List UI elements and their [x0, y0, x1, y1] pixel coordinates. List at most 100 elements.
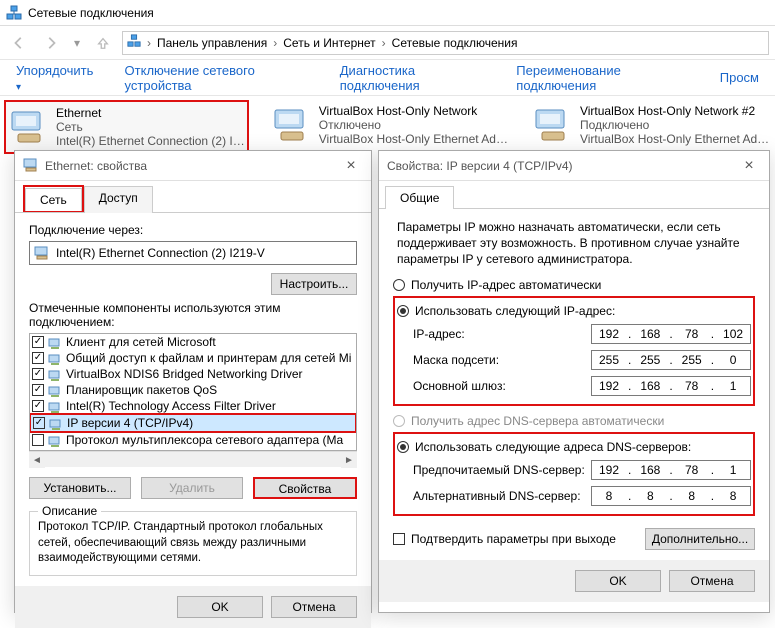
- tabs: Сеть Доступ: [15, 181, 371, 213]
- connection-item-vbox2[interactable]: VirtualBox Host-Only Network #2 Подключе…: [530, 100, 771, 154]
- scroll-left-icon[interactable]: ◄: [29, 452, 45, 468]
- ip-octet[interactable]: 8: [592, 489, 626, 503]
- view-button[interactable]: Просм: [720, 70, 759, 85]
- forward-button[interactable]: [38, 30, 64, 56]
- ip-dot: .: [667, 327, 674, 341]
- chevron-right-icon[interactable]: ›: [145, 36, 153, 50]
- radio-label: Получить IP-адрес автоматически: [411, 278, 601, 292]
- scroll-right-icon[interactable]: ►: [341, 452, 357, 468]
- checkbox-icon[interactable]: ✓: [33, 417, 45, 429]
- preferred-dns-input[interactable]: 192.168.78.1: [591, 460, 751, 480]
- titlebar[interactable]: Сетевые подключения: [0, 0, 775, 26]
- ip-octet[interactable]: 78: [675, 379, 709, 393]
- cancel-button[interactable]: Отмена: [669, 570, 755, 592]
- properties-button[interactable]: Свойства: [253, 477, 357, 499]
- ip-dot: .: [626, 463, 633, 477]
- breadcrumb-item[interactable]: Сеть и Интернет: [283, 36, 375, 50]
- ip-octet[interactable]: 255: [633, 353, 667, 367]
- chevron-right-icon[interactable]: ›: [271, 36, 279, 50]
- component-item[interactable]: ✓IP версии 4 (TCP/IPv4): [29, 413, 357, 433]
- ip-section-highlight: Использовать следующий IP-адрес: IP-адре…: [393, 296, 755, 406]
- dialog-titlebar[interactable]: Свойства: IP версии 4 (TCP/IPv4) ×: [379, 151, 769, 181]
- checkbox-icon[interactable]: ✓: [32, 352, 44, 364]
- checkbox-icon[interactable]: ✓: [32, 400, 44, 412]
- history-dropdown[interactable]: ▾: [70, 30, 84, 56]
- advanced-button[interactable]: Дополнительно...: [645, 528, 755, 550]
- ip-octet[interactable]: 192: [592, 379, 626, 393]
- ip-octet[interactable]: 168: [633, 327, 667, 341]
- ip-dot: .: [626, 489, 633, 503]
- dns1-label: Предпочитаемый DNS-сервер:: [413, 463, 591, 477]
- connection-item-ethernet[interactable]: Ethernet Сеть Intel(R) Ethernet Connecti…: [4, 100, 249, 154]
- gateway-input[interactable]: 192.168.78.1: [591, 376, 751, 396]
- subnet-mask-input[interactable]: 255.255.255.0: [591, 350, 751, 370]
- component-item[interactable]: ✓VirtualBox NDIS6 Bridged Networking Dri…: [30, 366, 356, 382]
- component-item[interactable]: Протокол мультиплексора сетевого адаптер…: [30, 432, 356, 448]
- breadcrumb-item[interactable]: Сетевые подключения: [392, 36, 518, 50]
- radio-auto-ip[interactable]: Получить IP-адрес автоматически: [393, 278, 755, 292]
- rename-button[interactable]: Переименование подключения: [516, 63, 689, 93]
- ok-button[interactable]: OK: [177, 596, 263, 618]
- alternate-dns-input[interactable]: 8.8.8.8: [591, 486, 751, 506]
- checkbox-icon[interactable]: ✓: [32, 384, 44, 396]
- ip-address-input[interactable]: 192.168.78.102: [591, 324, 751, 344]
- back-button[interactable]: [6, 30, 32, 56]
- dns-section-highlight: Использовать следующие адреса DNS-сервер…: [393, 432, 755, 516]
- components-list[interactable]: ✓Клиент для сетей Microsoft✓Общий доступ…: [29, 333, 357, 451]
- component-icon: [48, 351, 62, 365]
- validate-checkbox[interactable]: Подтвердить параметры при выходе: [393, 532, 616, 546]
- ip-octet[interactable]: 78: [675, 463, 709, 477]
- install-button[interactable]: Установить...: [29, 477, 131, 499]
- adapter-icon: [34, 244, 50, 263]
- tab-access[interactable]: Доступ: [84, 186, 153, 213]
- gateway-label: Основной шлюз:: [413, 379, 591, 393]
- connection-item-vbox1[interactable]: VirtualBox Host-Only Network Отключено V…: [269, 100, 510, 154]
- checkbox-icon[interactable]: ✓: [32, 368, 44, 380]
- ip-octet[interactable]: 8: [716, 489, 750, 503]
- checkbox-icon[interactable]: [32, 434, 44, 446]
- ip-dot: .: [709, 489, 716, 503]
- configure-button[interactable]: Настроить...: [271, 273, 357, 295]
- ip-octet[interactable]: 102: [716, 327, 750, 341]
- up-button[interactable]: [90, 30, 116, 56]
- breadcrumb-item[interactable]: Панель управления: [157, 36, 267, 50]
- tab-network[interactable]: Сеть: [25, 188, 82, 211]
- ok-button[interactable]: OK: [575, 570, 661, 592]
- radio-manual-dns[interactable]: Использовать следующие адреса DNS-сервер…: [397, 440, 751, 454]
- tab-general[interactable]: Общие: [385, 186, 454, 209]
- organize-menu[interactable]: Упорядочить: [16, 63, 95, 93]
- ip-octet[interactable]: 255: [592, 353, 626, 367]
- ip-octet[interactable]: 1: [716, 463, 750, 477]
- uninstall-button[interactable]: Удалить: [141, 477, 243, 499]
- ip-octet[interactable]: 8: [633, 489, 667, 503]
- close-button[interactable]: ×: [737, 157, 761, 175]
- cancel-button[interactable]: Отмена: [271, 596, 357, 618]
- description-group: Описание Протокол TCP/IP. Стандартный пр…: [29, 511, 357, 576]
- address-bar[interactable]: › Панель управления › Сеть и Интернет › …: [122, 31, 769, 55]
- dialog-titlebar[interactable]: Ethernet: свойства ×: [15, 151, 371, 181]
- ip-octet[interactable]: 78: [675, 327, 709, 341]
- ethernet-properties-dialog: Ethernet: свойства × Сеть Доступ Подключ…: [14, 150, 372, 613]
- ip-octet[interactable]: 1: [716, 379, 750, 393]
- ip-octet[interactable]: 192: [592, 327, 626, 341]
- ip-octet[interactable]: 168: [633, 463, 667, 477]
- horizontal-scrollbar[interactable]: ◄ ►: [29, 451, 357, 467]
- component-item[interactable]: ✓Общий доступ к файлам и принтерам для с…: [30, 350, 356, 366]
- ip-octet[interactable]: 8: [675, 489, 709, 503]
- dns2-label: Альтернативный DNS-сервер:: [413, 489, 591, 503]
- component-item[interactable]: ✓Клиент для сетей Microsoft: [30, 334, 356, 350]
- component-icon: [48, 399, 62, 413]
- ip-octet[interactable]: 168: [633, 379, 667, 393]
- disable-device-button[interactable]: Отключение сетевого устройства: [125, 63, 310, 93]
- ip-octet[interactable]: 255: [675, 353, 709, 367]
- ip-dot: .: [626, 379, 633, 393]
- component-item[interactable]: ✓Intel(R) Technology Access Filter Drive…: [30, 398, 356, 414]
- chevron-right-icon[interactable]: ›: [380, 36, 388, 50]
- component-item[interactable]: ✓Планировщик пакетов QoS: [30, 382, 356, 398]
- checkbox-icon[interactable]: ✓: [32, 336, 44, 348]
- close-button[interactable]: ×: [339, 157, 363, 175]
- ip-octet[interactable]: 192: [592, 463, 626, 477]
- ip-octet[interactable]: 0: [716, 353, 750, 367]
- diagnose-button[interactable]: Диагностика подключения: [340, 63, 487, 93]
- radio-manual-ip[interactable]: Использовать следующий IP-адрес:: [397, 304, 751, 318]
